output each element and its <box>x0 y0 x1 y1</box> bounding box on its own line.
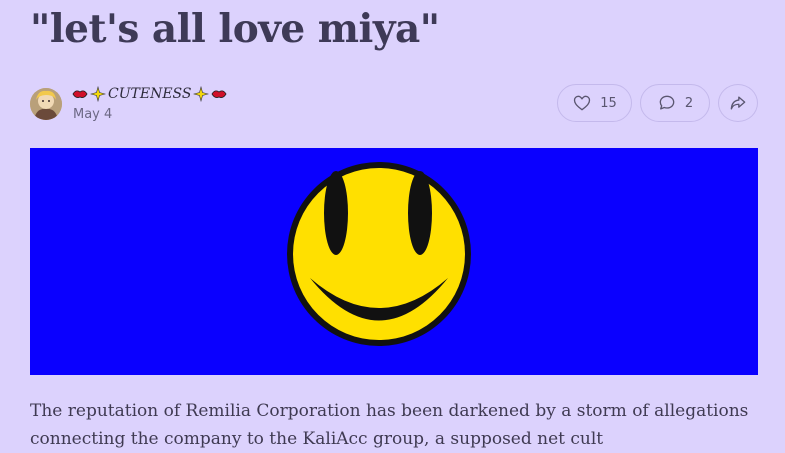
comment-button[interactable]: 2 <box>640 84 710 122</box>
heart-icon <box>574 95 591 111</box>
post-title: "let's all love miya" <box>30 6 440 52</box>
author-name[interactable]: CUTENESS <box>72 86 227 102</box>
lips-icon <box>212 90 227 98</box>
smiley-face-image <box>30 148 758 375</box>
like-button[interactable]: 15 <box>557 84 632 122</box>
avatar-image <box>30 88 62 120</box>
post-banner-image <box>30 148 758 375</box>
post-date: May 4 <box>73 107 113 122</box>
post-body-text: The reputation of Remilia Corporation ha… <box>30 401 749 449</box>
like-count: 15 <box>600 95 617 111</box>
author-name-label: CUTENESS <box>108 86 192 102</box>
speech-bubble-icon <box>659 95 675 110</box>
author-avatar[interactable] <box>30 88 62 120</box>
lips-icon <box>72 90 88 98</box>
sparkles-icon <box>193 86 210 102</box>
share-arrow-icon <box>730 96 746 110</box>
comment-count: 2 <box>684 95 694 111</box>
sparkles-icon <box>90 86 106 102</box>
share-button[interactable] <box>718 84 758 122</box>
